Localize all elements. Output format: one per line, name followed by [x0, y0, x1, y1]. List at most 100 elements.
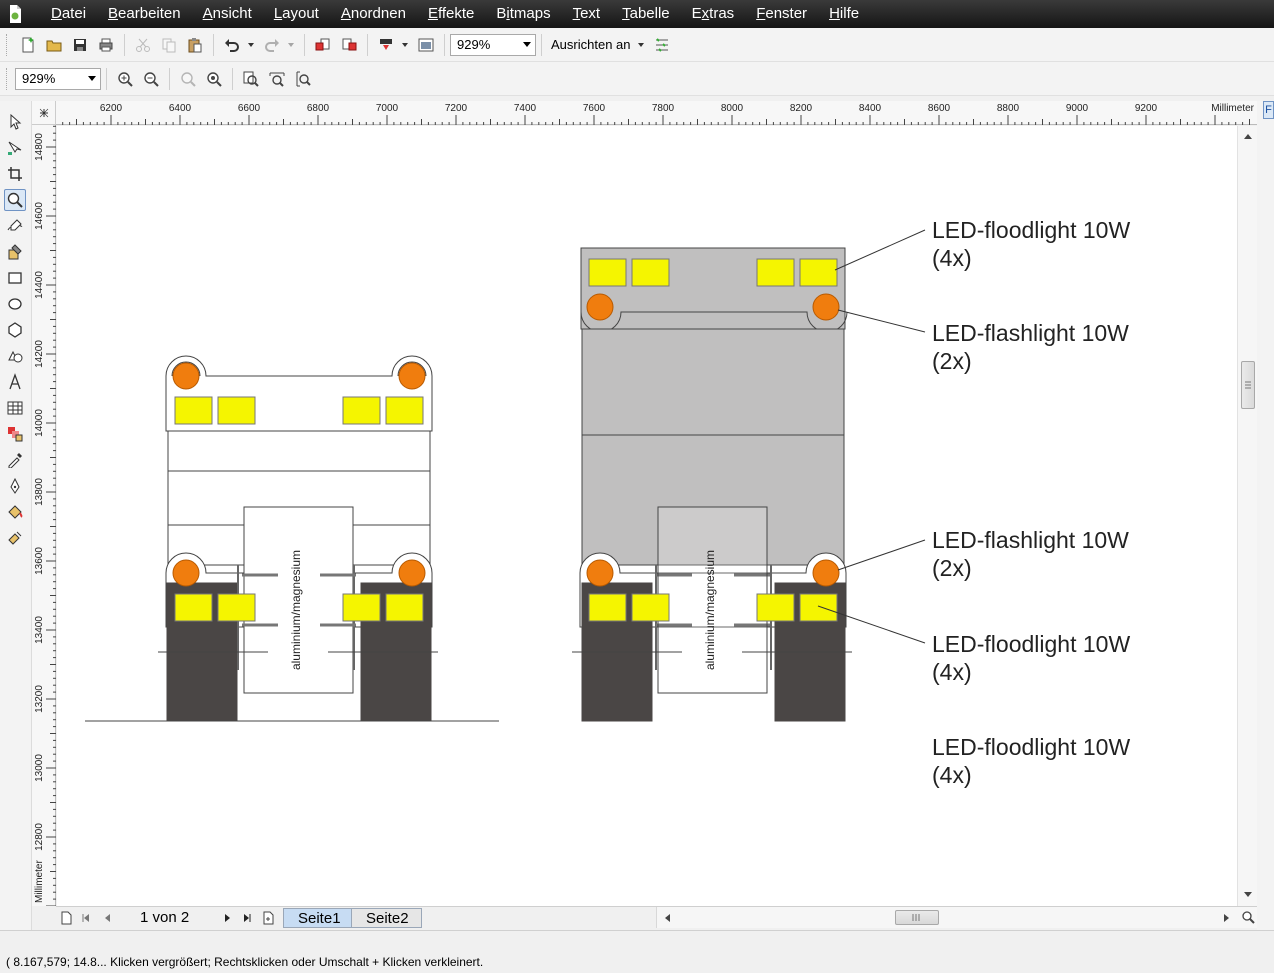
menu-item-extras[interactable]: Extras — [681, 0, 746, 28]
text-tool-icon[interactable] — [4, 371, 26, 393]
undo-dropdown-icon[interactable] — [248, 42, 254, 47]
page-tab-seite1[interactable]: Seite1 — [283, 908, 354, 928]
annotation-line1: LED-floodlight 10W — [932, 217, 1130, 243]
add-page-after-button[interactable] — [260, 910, 276, 926]
zoom-in-button[interactable] — [113, 67, 137, 91]
paste-button[interactable] — [183, 33, 207, 57]
annotation-floodlight-bottom[interactable]: LED-floodlight 10W (4x) — [932, 631, 1130, 685]
next-page-button[interactable] — [219, 910, 235, 926]
zoom-level-value: 929% — [457, 37, 491, 52]
menu-item-datei[interactable]: Datei — [40, 0, 97, 28]
ellipse-tool-icon[interactable] — [4, 293, 26, 315]
menu-item-bearbeiten[interactable]: Bearbeiten — [97, 0, 192, 28]
drawing-canvas[interactable]: aluminium/magnesium aluminium/magnesium … — [57, 126, 1237, 906]
annotation-flashlight-bottom[interactable]: LED-flashlight 10W (2x) — [932, 527, 1129, 581]
eyedropper-tool-icon[interactable] — [4, 449, 26, 471]
page-navigator: 1 von 2 Seite1 Seite2 — [56, 906, 1257, 928]
freehand-tool-icon[interactable] — [4, 215, 26, 237]
horizontal-scroll-thumb[interactable] — [895, 910, 939, 925]
menu-item-tabelle[interactable]: Tabelle — [611, 0, 681, 28]
zoom-tool-icon[interactable] — [4, 189, 26, 211]
app-logo-icon[interactable] — [4, 3, 26, 25]
menu-item-fenster[interactable]: Fenster — [745, 0, 818, 28]
save-button[interactable] — [68, 33, 92, 57]
first-page-button[interactable] — [78, 910, 94, 926]
scroll-up-icon[interactable] — [1243, 132, 1253, 140]
status-bar: ( 8.167,579; 14.8... Klicken vergrößert;… — [0, 930, 1274, 973]
options-button[interactable] — [650, 33, 674, 57]
snap-to-label[interactable]: Ausrichten an — [547, 37, 635, 52]
menu-item-hilfe[interactable]: Hilfe — [818, 0, 870, 28]
ruler-origin[interactable] — [32, 101, 56, 125]
blend-tool-icon[interactable] — [4, 423, 26, 445]
menu-item-ansicht[interactable]: Ansicht — [192, 0, 263, 28]
export-button[interactable] — [337, 33, 361, 57]
toolbar-separator — [106, 67, 107, 90]
crop-tool-icon[interactable] — [4, 163, 26, 185]
shape-tool-icon[interactable] — [4, 137, 26, 159]
horizontal-ruler[interactable]: 6200 6400 6600 6800 7000 7200 7400 7600 7800 8000… — [56, 101, 1274, 125]
add-page-before-button[interactable] — [58, 910, 74, 926]
annotation-flashlight-top[interactable]: LED-flashlight 10W (2x) — [932, 320, 1129, 374]
welcome-screen-button[interactable] — [414, 33, 438, 57]
zoom-levels-combo[interactable]: 929% — [15, 67, 101, 90]
zoom-level-combo[interactable]: 929% — [450, 33, 536, 56]
vertical-scroll-thumb[interactable] — [1241, 361, 1255, 409]
pick-tool-icon[interactable] — [4, 111, 26, 133]
vertical-ruler[interactable]: 14800 14600 14400 14200 14000 13800 13600 13400… — [32, 125, 56, 907]
previous-page-button[interactable] — [100, 910, 116, 926]
zoom-to-selected-button[interactable] — [176, 67, 200, 91]
cut-button[interactable] — [131, 33, 155, 57]
snap-to-dropdown-icon[interactable] — [637, 42, 644, 47]
outline-pen-tool-icon[interactable] — [4, 475, 26, 497]
smart-fill-tool-icon[interactable] — [4, 241, 26, 263]
zoom-to-all-objects-button[interactable] — [202, 67, 226, 91]
polygon-tool-icon[interactable] — [4, 319, 26, 341]
docker-tab[interactable]: F — [1263, 101, 1274, 119]
first-page-icon — [82, 914, 89, 922]
zoom-to-page-height-button[interactable] — [291, 67, 315, 91]
menu-item-anordnen[interactable]: Anordnen — [330, 0, 417, 28]
toolbox — [0, 101, 32, 930]
scroll-down-icon[interactable] — [1243, 891, 1253, 899]
toolbar-grip[interactable] — [6, 33, 10, 56]
export-icon — [342, 38, 357, 50]
ruler-label: 7600 — [583, 103, 606, 114]
redo-dropdown-icon[interactable] — [288, 42, 294, 47]
redo-button[interactable] — [260, 33, 284, 57]
import-button[interactable] — [311, 33, 335, 57]
navigator-zoom-icon[interactable] — [1241, 910, 1255, 924]
scroll-right-icon[interactable] — [1223, 913, 1231, 923]
application-launcher-button[interactable] — [374, 33, 398, 57]
annotation-floodlight-extra[interactable]: LED-floodlight 10W (4x) — [932, 734, 1130, 788]
copy-button[interactable] — [157, 33, 181, 57]
toolbar-grip[interactable] — [6, 67, 10, 90]
undo-button[interactable] — [220, 33, 244, 57]
rectangle-tool-icon[interactable] — [4, 267, 26, 289]
open-button[interactable] — [42, 33, 66, 57]
interactive-fill-tool-icon[interactable] — [4, 527, 26, 549]
zoom-to-page-width-button[interactable] — [265, 67, 289, 91]
redo-icon — [265, 38, 279, 52]
menu-item-effekte[interactable]: Effekte — [417, 0, 485, 28]
last-page-button[interactable] — [239, 910, 255, 926]
menu-item-bitmaps[interactable]: Bitmaps — [485, 0, 561, 28]
toolbar-separator — [444, 33, 445, 56]
zoom-to-page-button[interactable] — [239, 67, 263, 91]
vertical-scrollbar[interactable] — [1237, 126, 1257, 906]
menu-item-text[interactable]: Text — [562, 0, 612, 28]
toolbar-separator — [541, 33, 542, 56]
annotation-floodlight-top[interactable]: LED-floodlight 10W (4x) — [932, 217, 1130, 271]
basic-shapes-tool-icon[interactable] — [4, 345, 26, 367]
fill-tool-icon[interactable] — [4, 501, 26, 523]
page-tab-seite2[interactable]: Seite2 — [351, 908, 422, 928]
table-tool-icon[interactable] — [4, 397, 26, 419]
zoom-out-button[interactable] — [139, 67, 163, 91]
print-button[interactable] — [94, 33, 118, 57]
scroll-left-icon[interactable] — [663, 913, 671, 923]
menu-item-layout[interactable]: Layout — [263, 0, 330, 28]
ruler-label: 7400 — [514, 103, 537, 114]
horizontal-scrollbar[interactable] — [656, 907, 1257, 928]
launcher-dropdown-icon[interactable] — [402, 42, 408, 47]
new-document-button[interactable] — [16, 33, 40, 57]
